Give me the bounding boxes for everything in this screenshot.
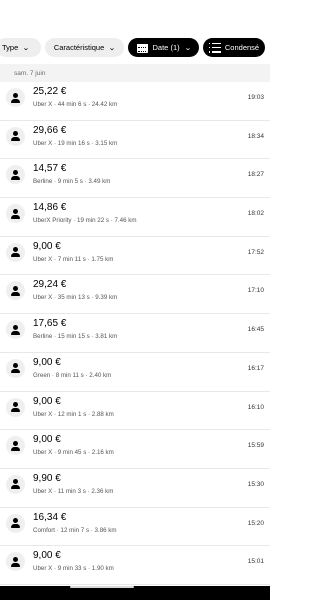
- caracteristique-filter-chip[interactable]: Caractéristique ⌄: [45, 38, 124, 57]
- trip-details: Berline · 9 min 5 s · 3.49 km: [33, 178, 111, 186]
- person-icon: [6, 281, 25, 301]
- person-icon: [6, 88, 25, 107]
- person-icon: [6, 204, 25, 224]
- trip-list-item[interactable]: 9,00 € Uber X · 12 min 1 s · 2.88 km 16:10: [0, 392, 270, 431]
- trip-price: 9,00 €: [33, 240, 61, 252]
- trip-list-item[interactable]: 9,00 € Uber X · 9 min 33 s · 1.90 km 15:01: [0, 546, 270, 585]
- trip-details: Berline · 15 min 15 s · 3.81 km: [33, 333, 118, 341]
- trip-time: 16:10: [247, 403, 264, 411]
- trip-time: 16:17: [247, 364, 264, 372]
- chevron-down-icon: ⌄: [183, 44, 192, 52]
- trip-price: 14,86 €: [33, 202, 67, 214]
- trip-price: 29,24 €: [33, 279, 67, 291]
- type-filter-label: Type: [2, 43, 19, 52]
- type-filter-chip[interactable]: Type ⌄: [0, 38, 41, 57]
- trip-list-item[interactable]: 9,00 € Uber X · 7 min 11 s · 1.75 km 17:52: [0, 237, 270, 276]
- trip-list-item[interactable]: 17,65 € Berline · 15 min 15 s · 3.81 km 16…: [0, 314, 270, 353]
- trip-time: 18:27: [247, 171, 264, 179]
- trip-details: Uber X · 12 min 1 s · 2.88 km: [33, 410, 114, 418]
- trip-time: 18:02: [247, 210, 264, 218]
- trip-price: 9,90 €: [33, 472, 61, 484]
- person-icon: [6, 513, 25, 533]
- person-icon: [6, 552, 25, 572]
- trip-list: 25,22 € Uber X · 44 min 6 s · 24.42 km 19:…: [0, 82, 270, 585]
- trip-details: Comfort · 12 min 7 s · 3.86 km: [33, 526, 117, 534]
- bottom-navigation-bar: [0, 586, 270, 600]
- person-icon: [6, 165, 25, 185]
- trip-list-item[interactable]: 9,90 € Uber X · 11 min 3 s · 2.36 km 15:30: [0, 469, 270, 508]
- trip-time: 15:20: [247, 519, 264, 527]
- trip-details: UberX Priority · 19 min 22 s · 7.46 km: [33, 217, 137, 225]
- chevron-down-icon: ⌄: [22, 44, 31, 52]
- person-icon: [6, 358, 25, 378]
- trip-price: 14,57 €: [33, 163, 67, 175]
- trip-list-item[interactable]: 29,24 € Uber X · 35 min 13 s · 9.39 km 17:…: [0, 275, 270, 315]
- trip-details: Uber X · 35 min 13 s · 9.39 km: [33, 294, 118, 302]
- trip-list-item[interactable]: 16,34 € Comfort · 12 min 7 s · 3.86 km 15:…: [0, 508, 270, 547]
- trip-time: 15:30: [247, 480, 264, 488]
- trip-price: 9,00 €: [33, 550, 61, 562]
- person-icon: [6, 436, 25, 456]
- trip-time: 18:34: [247, 132, 264, 140]
- trip-list-item[interactable]: 29,66 € Uber X · 19 min 16 s · 3.15 km 18:…: [0, 121, 270, 160]
- trip-list-item[interactable]: 25,22 € Uber X · 44 min 6 s · 24.42 km 19:…: [0, 82, 270, 121]
- trip-details: Uber X · 9 min 45 s · 2.16 km: [33, 449, 114, 457]
- trip-price: 16,34 €: [33, 511, 67, 523]
- list-icon: [208, 42, 221, 53]
- trip-details: Uber X · 9 min 33 s · 1.90 km: [33, 565, 114, 573]
- date-filter-label: Date (1): [152, 43, 180, 52]
- home-indicator: [70, 586, 134, 588]
- trip-details: Uber X · 11 min 3 s · 2.36 km: [33, 487, 114, 495]
- chevron-down-icon: ⌄: [108, 44, 117, 52]
- trip-price: 29,66 €: [33, 124, 67, 136]
- trip-price: 9,00 €: [33, 434, 61, 446]
- person-icon: [6, 242, 25, 262]
- trip-time: 17:52: [247, 248, 264, 256]
- trip-list-item[interactable]: 9,00 € Uber X · 9 min 45 s · 2.16 km 15:59: [0, 430, 270, 469]
- trip-details: Uber X · 44 min 6 s · 24.42 km: [33, 101, 118, 108]
- person-icon: [6, 320, 25, 340]
- trip-list-item[interactable]: 9,00 € Green · 8 min 11 s · 2.40 km 16:17: [0, 353, 270, 392]
- trip-details: Green · 8 min 11 s · 2.40 km: [33, 371, 112, 379]
- trip-price: 9,00 €: [33, 356, 61, 368]
- trip-list-item[interactable]: 14,57 € Berline · 9 min 5 s · 3.49 km 18:2…: [0, 159, 270, 199]
- condense-toggle-chip[interactable]: Condensé: [203, 38, 265, 57]
- trip-price: 25,22 €: [33, 86, 67, 97]
- trip-time: 19:03: [247, 94, 264, 101]
- trip-details: Uber X · 7 min 11 s · 1.75 km: [33, 255, 114, 263]
- condense-toggle-label: Condensé: [224, 43, 260, 52]
- trip-time: 17:10: [247, 287, 264, 295]
- caracteristique-filter-label: Caractéristique: [53, 43, 105, 52]
- date-section-header: sam. 7 juin: [0, 64, 270, 82]
- trip-time: 15:01: [247, 558, 264, 566]
- calendar-icon: [136, 42, 148, 53]
- trip-time: 15:59: [247, 442, 264, 450]
- filter-bar: Type ⌄ Caractéristique ⌄ Date (1) ⌄ Cond…: [0, 0, 270, 63]
- trip-time: 16:45: [247, 326, 264, 334]
- person-icon: [6, 126, 25, 146]
- trip-price: 17,65 €: [33, 318, 67, 330]
- trip-list-item[interactable]: 14,86 € UberX Priority · 19 min 22 s · 7.…: [0, 198, 270, 237]
- person-icon: [6, 397, 25, 417]
- trip-price: 9,00 €: [33, 395, 61, 407]
- trip-details: Uber X · 19 min 16 s · 3.15 km: [33, 139, 118, 147]
- date-filter-chip[interactable]: Date (1) ⌄: [128, 38, 199, 57]
- person-icon: [6, 474, 25, 494]
